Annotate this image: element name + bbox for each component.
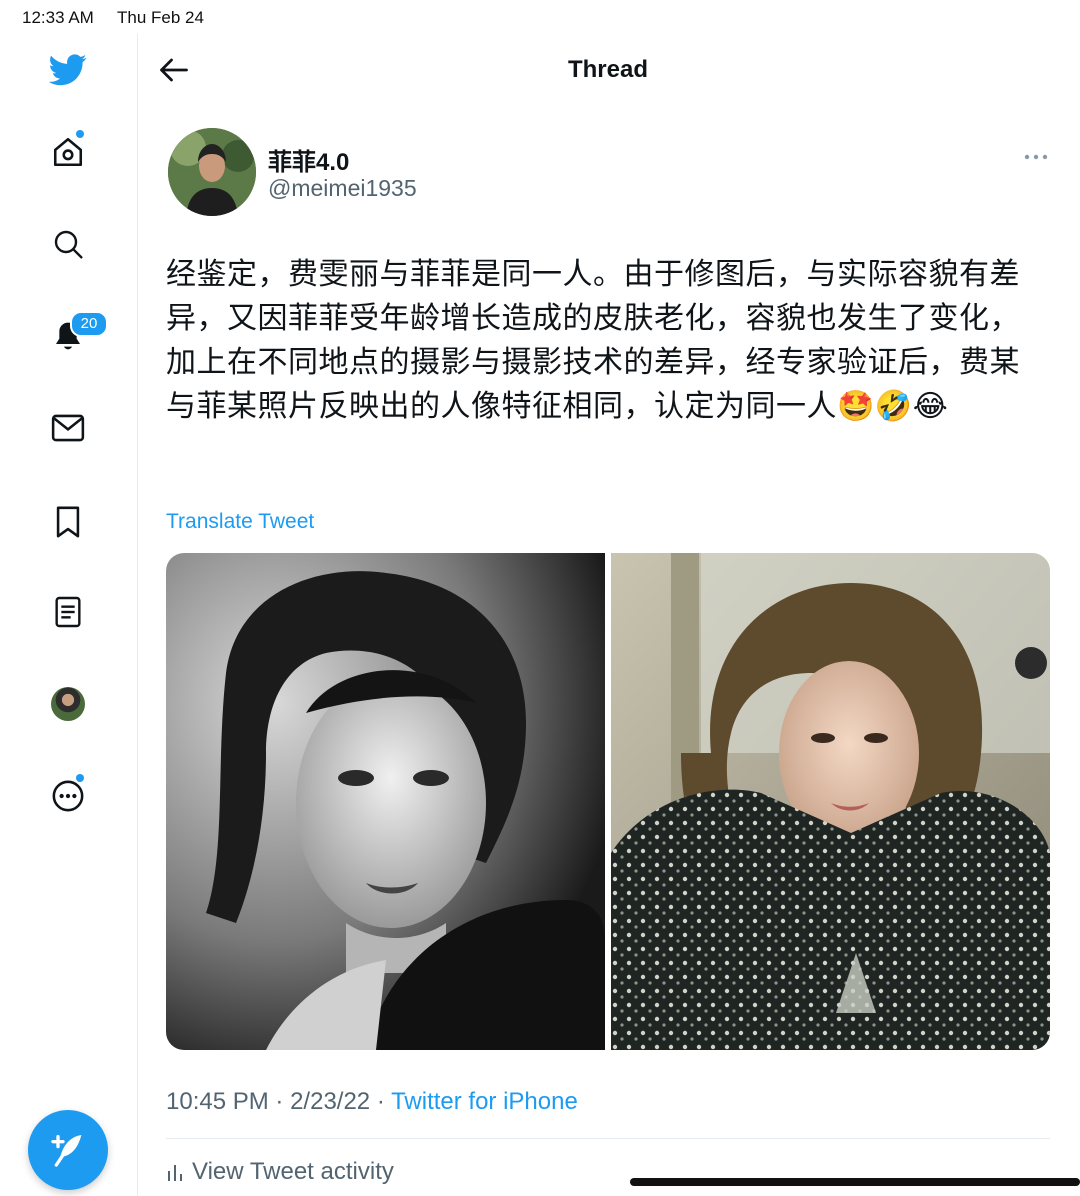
home-indicator[interactable] — [630, 1178, 1080, 1186]
home-unread-dot — [76, 130, 84, 138]
view-tweet-activity-link[interactable]: View Tweet activity — [166, 1158, 394, 1186]
list-icon — [55, 596, 81, 628]
nav-messages[interactable] — [40, 400, 96, 456]
nav-lists[interactable] — [40, 584, 96, 640]
status-date: Thu Feb 24 — [117, 8, 204, 27]
tweet-more-button[interactable] — [1016, 145, 1056, 169]
notifications-badge: 20 — [70, 311, 108, 337]
more-circle-icon — [52, 780, 84, 812]
nav-profile[interactable] — [40, 676, 96, 732]
thread-header: Thread — [138, 34, 1080, 106]
media-photo-right[interactable] — [611, 553, 1050, 1050]
tweet-time[interactable]: 10:45 PM — [166, 1088, 269, 1115]
compose-tweet-button[interactable] — [28, 1110, 108, 1190]
tweet-source-link[interactable]: Twitter for iPhone — [391, 1088, 578, 1115]
tweet-meta: 10:45 PM · 2/23/22 · Twitter for iPhone — [166, 1088, 578, 1116]
status-bar: 12:33 AM Thu Feb 24 — [0, 0, 1080, 34]
meta-separator: · — [376, 1088, 385, 1115]
bookmark-icon — [56, 506, 80, 538]
avatar — [51, 687, 85, 721]
bar-chart-icon — [168, 1165, 182, 1181]
divider — [166, 1138, 1050, 1139]
tweet-media — [166, 553, 1050, 1050]
mail-icon — [51, 414, 85, 442]
compose-feather-icon — [51, 1135, 82, 1167]
tweet-date[interactable]: 2/23/22 — [290, 1088, 370, 1115]
author-name[interactable]: 菲菲4.0 — [268, 142, 349, 177]
tweet-text: 经鉴定，费雯丽与菲菲是同一人。由于修图后，与实际容貌有差异，又因菲菲受年龄增长造… — [166, 257, 1020, 424]
media-photo-left[interactable] — [166, 553, 605, 1050]
nav-bookmarks[interactable] — [40, 494, 96, 550]
meta-separator: · — [275, 1088, 284, 1115]
translate-tweet-link[interactable]: Translate Tweet — [166, 510, 314, 534]
nav-explore[interactable] — [40, 216, 96, 272]
nav-more[interactable] — [40, 768, 96, 824]
page-title: Thread — [567, 56, 648, 83]
more-horizontal-icon — [1024, 154, 1048, 160]
twitter-logo-icon[interactable] — [40, 42, 96, 98]
author-avatar[interactable] — [168, 128, 256, 216]
nav-notifications[interactable]: 20 — [40, 308, 108, 364]
nav-home[interactable] — [40, 124, 96, 180]
more-unread-dot — [76, 774, 84, 782]
author-handle[interactable]: @meimei1935 — [268, 175, 417, 202]
status-time: 12:33 AM — [22, 8, 94, 27]
search-icon — [54, 230, 83, 259]
sidebar: 20 — [0, 34, 138, 1196]
home-icon — [53, 137, 83, 167]
view-tweet-activity-label: View Tweet activity — [192, 1158, 394, 1185]
